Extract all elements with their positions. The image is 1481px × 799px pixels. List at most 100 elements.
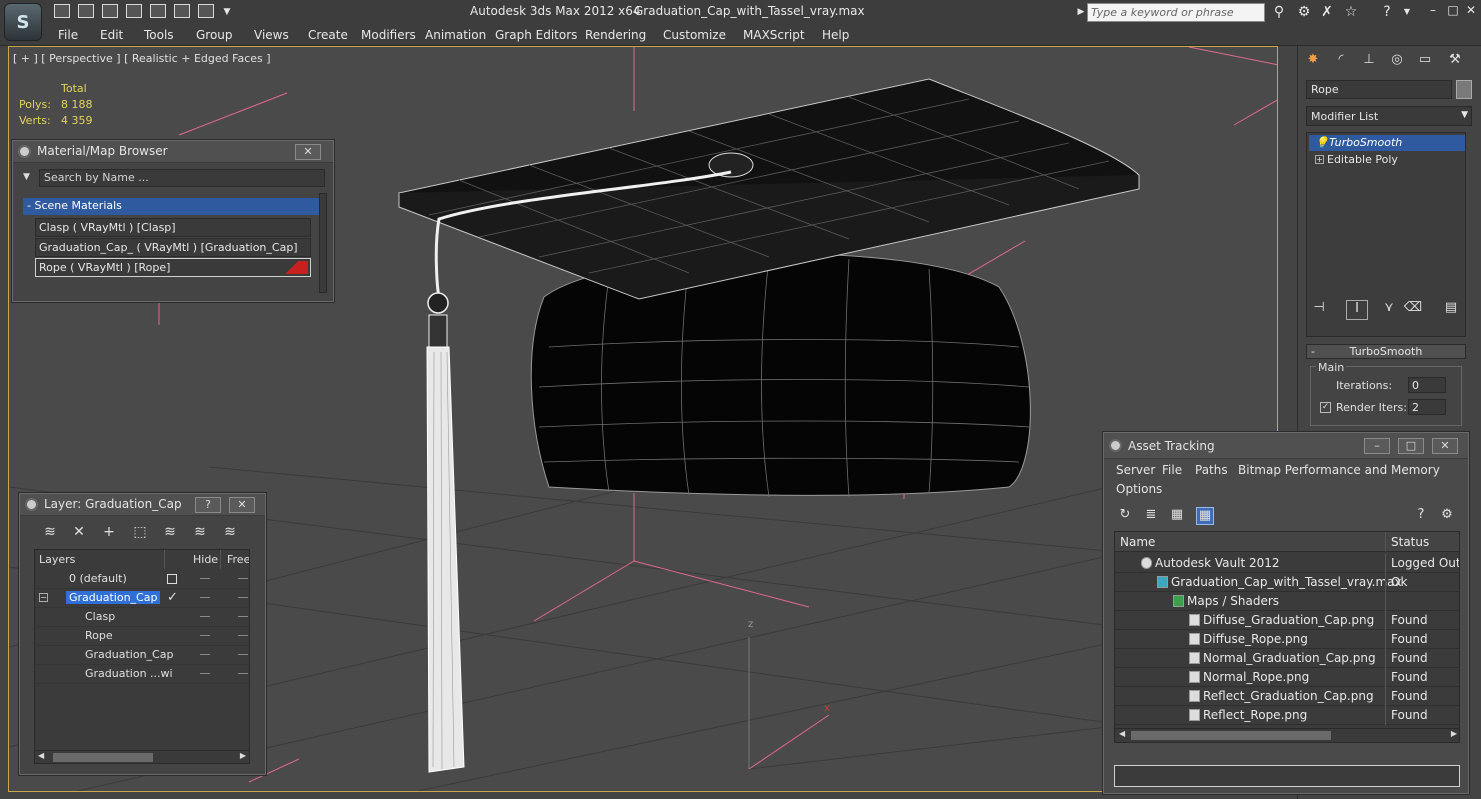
- redo-icon[interactable]: [126, 4, 142, 18]
- table-view-icon[interactable]: ▦: [1196, 507, 1214, 525]
- scroll-right-icon[interactable]: ▶: [1451, 729, 1457, 738]
- freeze-toggle[interactable]: [238, 597, 248, 598]
- render-iters-checkbox[interactable]: ✓: [1320, 402, 1331, 413]
- material-item-clasp[interactable]: Clasp ( VRayMtl ) [Clasp]: [35, 218, 311, 237]
- modify-tab-icon[interactable]: ◜: [1330, 52, 1352, 72]
- project-folder-icon[interactable]: [198, 4, 214, 18]
- hide-toggle[interactable]: [200, 654, 210, 655]
- render-iters-spinner[interactable]: 2: [1408, 399, 1446, 415]
- scroll-left-icon[interactable]: ◀: [38, 751, 44, 760]
- col-name[interactable]: Name: [1115, 532, 1386, 552]
- browser-options-icon[interactable]: ▼: [23, 172, 30, 182]
- save-file-icon[interactable]: [78, 4, 94, 18]
- layer-row[interactable]: Rope: [35, 627, 249, 646]
- hide-toggle[interactable]: [200, 616, 210, 617]
- qa-dropdown-icon[interactable]: ▼: [218, 4, 236, 20]
- collapse-icon[interactable]: −: [39, 593, 48, 602]
- asset-minimize-button[interactable]: –: [1364, 438, 1390, 454]
- infocenter-search-input[interactable]: Type a keyword or phrase: [1087, 3, 1265, 22]
- table-row[interactable]: Normal_Graduation_Cap.png Found: [1115, 649, 1459, 668]
- asset-tracking-titlebar[interactable]: Asset Tracking – □ ✕: [1104, 433, 1468, 459]
- asset-path-field[interactable]: [1114, 765, 1460, 787]
- turbosmooth-rollout[interactable]: - TurboSmooth: [1306, 344, 1466, 359]
- menu-views[interactable]: Views: [254, 28, 289, 42]
- menu-customize[interactable]: Customize: [663, 28, 726, 42]
- freeze-toggle[interactable]: [238, 616, 248, 617]
- layer-close-button[interactable]: ✕: [229, 497, 255, 513]
- freeze-toggle[interactable]: [238, 578, 248, 579]
- asset-maximize-button[interactable]: □: [1398, 438, 1424, 454]
- freeze-toggle[interactable]: [238, 673, 248, 674]
- scene-materials-group[interactable]: - Scene Materials: [23, 198, 319, 215]
- col-hide[interactable]: Hide: [189, 550, 221, 569]
- layer-row[interactable]: 0 (default): [35, 570, 249, 589]
- current-layer-box[interactable]: [167, 574, 177, 584]
- highlight-layer-icon[interactable]: ≋: [162, 524, 178, 540]
- table-row[interactable]: Diffuse_Graduation_Cap.png Found: [1115, 611, 1459, 630]
- help-dropdown-icon[interactable]: ▼: [1398, 4, 1416, 20]
- help-icon[interactable]: ?: [1378, 4, 1396, 20]
- table-row[interactable]: Reflect_Graduation_Cap.png Found: [1115, 687, 1459, 706]
- hold-icon[interactable]: [150, 4, 166, 18]
- material-browser-titlebar[interactable]: Material/Map Browser ✕: [13, 141, 333, 163]
- display-tab-icon[interactable]: ▭: [1414, 52, 1436, 72]
- col-freeze[interactable]: Free: [223, 550, 249, 569]
- remove-modifier-icon[interactable]: ⌫: [1402, 300, 1424, 320]
- communication-icon[interactable]: ✗: [1318, 4, 1336, 20]
- modifier-list-dropdown[interactable]: Modifier List ▼: [1306, 106, 1472, 126]
- create-layer-icon[interactable]: ≋: [42, 524, 58, 540]
- hide-toggle[interactable]: [200, 635, 210, 636]
- freeze-toggle[interactable]: [238, 635, 248, 636]
- material-search-input[interactable]: Search by Name ...: [39, 169, 325, 187]
- list-view-icon[interactable]: ≣: [1142, 507, 1160, 525]
- settings-icon[interactable]: ⚙: [1438, 507, 1456, 525]
- menu-tools[interactable]: Tools: [144, 28, 174, 42]
- menu-animation[interactable]: Animation: [425, 28, 486, 42]
- table-row[interactable]: Autodesk Vault 2012 Logged Out ...: [1115, 554, 1459, 573]
- menu-modifiers[interactable]: Modifiers: [361, 28, 416, 42]
- pin-stack-icon[interactable]: ⊣: [1308, 300, 1330, 320]
- scroll-thumb[interactable]: [53, 753, 153, 762]
- iterations-spinner[interactable]: 0: [1408, 377, 1446, 393]
- create-tab-icon[interactable]: ✸: [1302, 52, 1324, 72]
- layer-row[interactable]: Clasp: [35, 608, 249, 627]
- asset-horizontal-scrollbar[interactable]: ◀ ▶: [1115, 728, 1459, 742]
- menu-edit[interactable]: Edit: [100, 28, 123, 42]
- undo-icon[interactable]: [102, 4, 118, 18]
- add-to-layer-icon[interactable]: +: [101, 524, 117, 540]
- hide-toggle[interactable]: [200, 578, 210, 579]
- at-menu-paths[interactable]: Paths: [1195, 463, 1228, 477]
- table-row[interactable]: Maps / Shaders: [1115, 592, 1459, 611]
- hide-all-icon[interactable]: ≋: [192, 524, 208, 540]
- layer-help-button[interactable]: ?: [195, 497, 221, 513]
- binoculars-icon[interactable]: ⚲: [1270, 4, 1288, 20]
- table-row[interactable]: Reflect_Rope.png Found: [1115, 706, 1459, 725]
- layer-row[interactable]: Graduation_Cap: [35, 646, 249, 665]
- hierarchy-tab-icon[interactable]: ⊥: [1358, 52, 1380, 72]
- hide-toggle[interactable]: [200, 597, 210, 598]
- scroll-left-icon[interactable]: ◀: [1119, 729, 1125, 738]
- favorites-star-icon[interactable]: ☆: [1342, 4, 1360, 20]
- lightbulb-icon[interactable]: 💡: [1315, 136, 1329, 149]
- at-menu-bitmap-performance[interactable]: Bitmap Performance and Memory: [1238, 463, 1440, 477]
- asset-close-button[interactable]: ✕: [1432, 438, 1458, 454]
- close-button[interactable]: ✕: [1462, 3, 1480, 19]
- at-menu-file[interactable]: File: [1162, 463, 1182, 477]
- configure-sets-icon[interactable]: ▤: [1440, 300, 1462, 320]
- object-color-swatch[interactable]: [1456, 80, 1472, 99]
- help-icon[interactable]: ?: [1412, 507, 1430, 525]
- menu-maxscript[interactable]: MAXScript: [743, 28, 805, 42]
- object-name-field[interactable]: Rope: [1306, 80, 1452, 99]
- menu-group[interactable]: Group: [196, 28, 233, 42]
- current-layer-check-icon[interactable]: ✓: [167, 590, 178, 605]
- col-layers[interactable]: Layers: [35, 550, 165, 569]
- freeze-all-icon[interactable]: ≋: [222, 524, 238, 540]
- material-item-rope[interactable]: Rope ( VRayMtl ) [Rope]: [35, 258, 311, 277]
- viewport-label[interactable]: [ + ] [ Perspective ] [ Realistic + Edge…: [13, 52, 271, 65]
- expand-icon[interactable]: +: [1315, 155, 1324, 164]
- table-row[interactable]: Graduation_Cap_with_Tassel_vray.max Ok: [1115, 573, 1459, 592]
- layer-row[interactable]: Graduation ...wi: [35, 665, 249, 684]
- layer-horizontal-scrollbar[interactable]: ◀ ▶: [34, 750, 250, 764]
- stack-item-turbosmooth[interactable]: 💡 TurboSmooth: [1309, 135, 1465, 151]
- select-objects-icon[interactable]: ⬚: [132, 524, 148, 540]
